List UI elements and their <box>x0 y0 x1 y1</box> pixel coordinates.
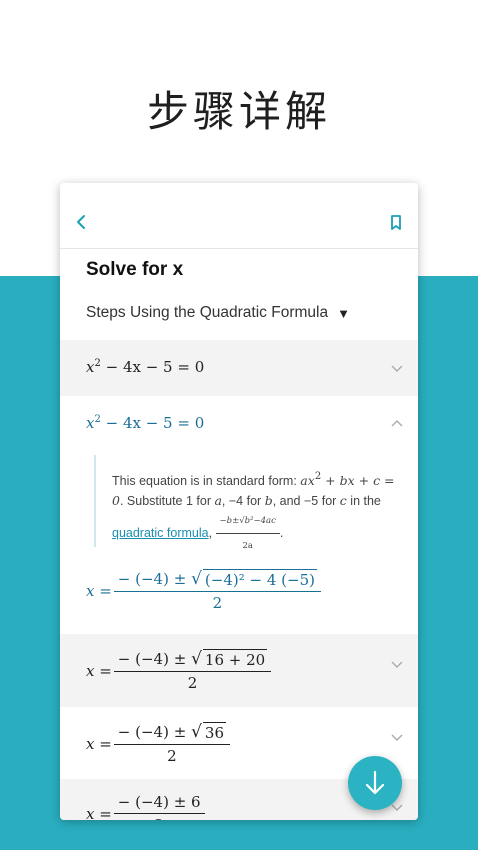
quadratic-formula-link[interactable]: quadratic formula <box>112 526 209 540</box>
step-equation: x2 − 4x − 5 = 0 <box>86 358 205 376</box>
step-row[interactable]: x2 − 4x − 5 = 0 <box>60 340 418 396</box>
caret-down-icon: ▼ <box>337 305 350 321</box>
formula-fraction: −b±√b²−4ac 2a <box>215 511 280 556</box>
top-bar <box>60 183 418 249</box>
explanation-text: This equation is in standard form: ax2 +… <box>112 467 400 556</box>
step-row-expanded[interactable]: x2 − 4x − 5 = 0 <box>60 396 418 452</box>
method-dropdown[interactable]: Steps Using the Quadratic Formula ▼ <box>86 304 350 322</box>
bookmark-button[interactable] <box>388 214 404 232</box>
arrow-down-icon <box>365 770 385 795</box>
step-explanation: This equation is in standard form: ax2 +… <box>94 455 400 551</box>
formula-equation: x = − (−4) ± √ 36 2 <box>86 722 230 765</box>
chevron-down-icon <box>391 661 403 668</box>
formula-step[interactable]: x = − (−4) ± √ 16 + 20 2 <box>60 634 418 707</box>
method-label: Steps Using the Quadratic Formula <box>86 304 329 321</box>
chevron-down-icon <box>391 365 403 372</box>
page-title: Solve for x <box>86 259 184 280</box>
bookmark-icon <box>391 215 401 230</box>
formula-equation: x = − (−4) ± √ 16 + 20 2 <box>86 649 272 692</box>
chevron-up-icon <box>391 420 403 427</box>
chevron-down-icon <box>391 734 403 741</box>
step-equation: x2 − 4x − 5 = 0 <box>86 414 205 432</box>
chevron-left-icon <box>77 215 85 229</box>
back-button[interactable] <box>74 213 90 231</box>
scroll-down-button[interactable] <box>348 756 402 810</box>
page-headline: 步骤详解 <box>146 87 331 136</box>
formula-equation: x = − (−4) ± √ (−4)² − 4 (−5) 2 <box>86 569 321 612</box>
formula-step: x = − (−4) ± √ (−4)² − 4 (−5) 2 <box>60 561 418 634</box>
phone-screen: Solve for x Steps Using the Quadratic Fo… <box>60 183 418 820</box>
formula-equation: x = − (−4) ± 6 2 <box>86 793 205 820</box>
